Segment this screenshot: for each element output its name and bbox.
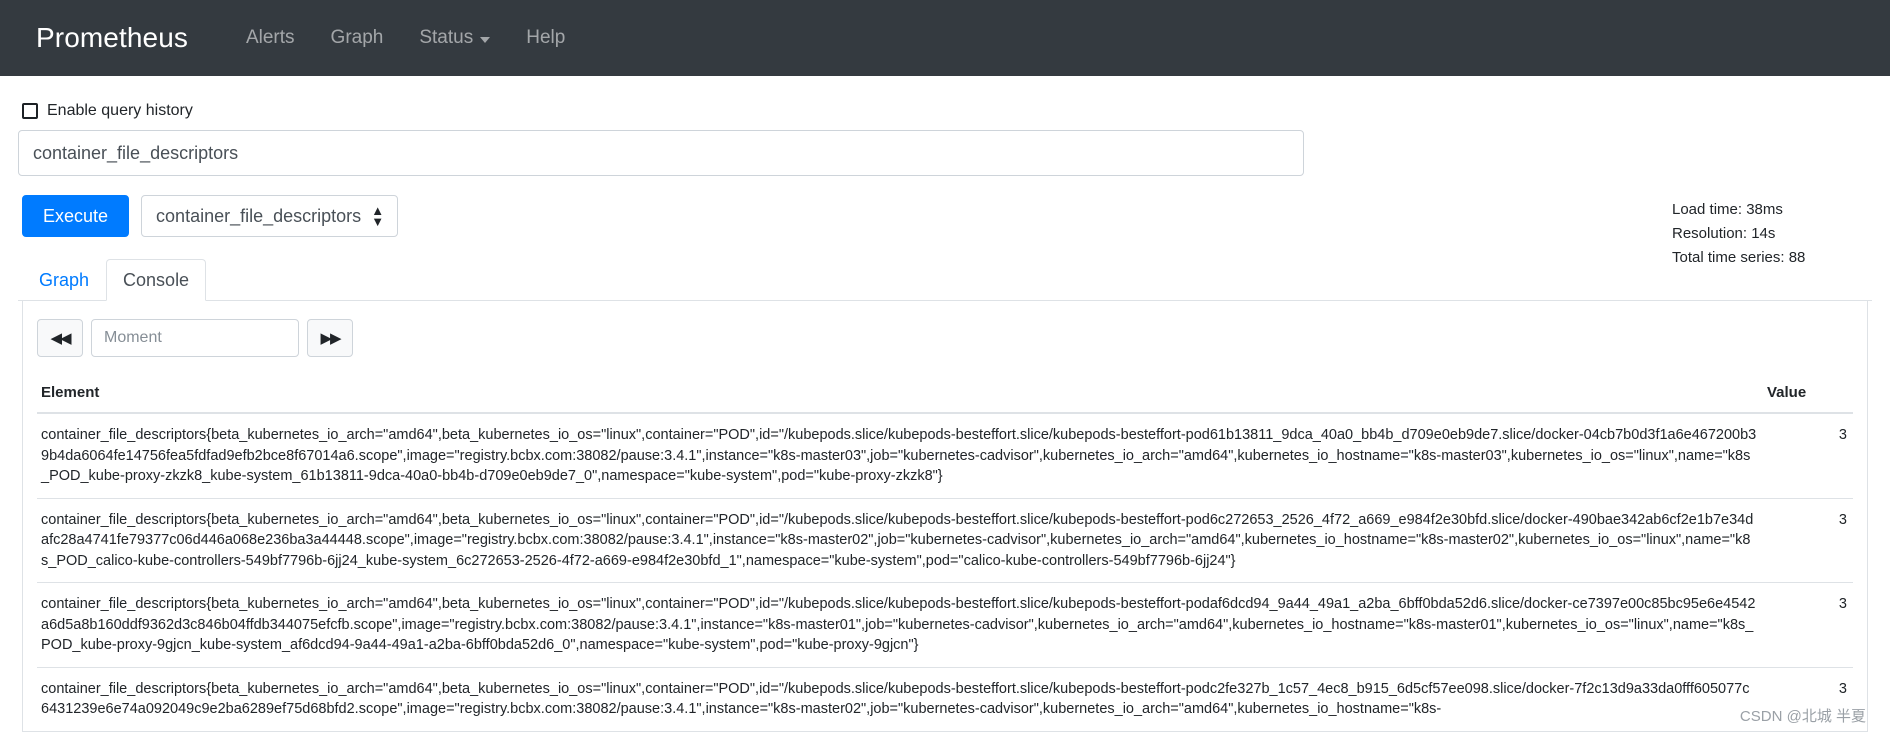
column-header-value: Value bbox=[1763, 373, 1853, 414]
query-input-column bbox=[18, 130, 1304, 176]
moment-controls: ◀◀ ▶▶ bbox=[37, 319, 1853, 357]
metric-select-value: container_file_descriptors bbox=[156, 206, 362, 226]
nav-item-alerts[interactable]: Alerts bbox=[228, 19, 313, 57]
row-value-text: 3 bbox=[1838, 427, 1847, 443]
brand-prometheus[interactable]: Prometheus bbox=[36, 22, 188, 54]
moment-input[interactable] bbox=[91, 319, 299, 357]
table-row[interactable]: container_file_descriptors{beta_kubernet… bbox=[37, 413, 1853, 498]
nav-item-graph[interactable]: Graph bbox=[313, 19, 402, 57]
step-forward-icon-button[interactable]: ▶▶ bbox=[307, 319, 353, 357]
load-time-text: Load time: 38ms bbox=[1672, 201, 1783, 218]
results-table: Element Value container_file_descriptors… bbox=[37, 373, 1853, 731]
watermark-text: CSDN @北城 半夏 bbox=[1739, 707, 1866, 725]
table-row[interactable]: container_file_descriptors{beta_kubernet… bbox=[37, 666, 1853, 731]
row-value-text: 3 bbox=[1763, 497, 1853, 583]
execute-button[interactable]: Execute bbox=[22, 195, 130, 237]
results-table-body: container_file_descriptors{beta_kubernet… bbox=[37, 413, 1853, 731]
nav-item-help-label: Help bbox=[526, 27, 566, 48]
row-element-text: container_file_descriptors{beta_kubernet… bbox=[41, 427, 1757, 484]
nav-item-status[interactable]: Status bbox=[401, 19, 508, 57]
results-table-head: Element Value bbox=[37, 373, 1853, 414]
nav-item-graph-label: Graph bbox=[330, 27, 384, 48]
chevron-down-icon bbox=[480, 37, 491, 43]
row-element-text: container_file_descriptors{beta_kubernet… bbox=[37, 497, 1763, 583]
page-container: Enable query history Load time: 38ms Res… bbox=[0, 76, 1890, 732]
result-tabs: Graph Console bbox=[18, 259, 1872, 301]
nav-item-alerts-label: Alerts bbox=[245, 27, 295, 48]
enable-query-history-checkbox[interactable] bbox=[22, 103, 38, 119]
tab-console[interactable]: Console bbox=[106, 259, 207, 301]
main-navbar: Prometheus Alerts Graph Status Help bbox=[0, 0, 1890, 76]
nav-item-help[interactable]: Help bbox=[508, 19, 583, 57]
query-area bbox=[18, 130, 1872, 176]
column-header-element: Element bbox=[37, 373, 1763, 414]
select-arrows-icon: ▲ ▼ bbox=[371, 203, 385, 229]
step-backward-icon-button[interactable]: ◀◀ bbox=[37, 319, 83, 357]
tab-graph[interactable]: Graph bbox=[22, 259, 106, 301]
table-row[interactable]: container_file_descriptors{beta_kubernet… bbox=[37, 582, 1853, 667]
row-element-text: container_file_descriptors{beta_kubernet… bbox=[37, 666, 1763, 731]
resolution-text: Resolution: 14s bbox=[1672, 225, 1776, 242]
nav-item-status-label: Status bbox=[419, 27, 474, 48]
query-history-row: Enable query history bbox=[18, 76, 1872, 130]
metric-select[interactable]: container_file_descriptors ▲ ▼ bbox=[141, 195, 399, 237]
query-expression-input[interactable] bbox=[18, 130, 1304, 176]
console-panel: ◀◀ ▶▶ Element Value container_file_descr… bbox=[22, 301, 1868, 732]
execute-row: Execute container_file_descriptors ▲ ▼ bbox=[18, 195, 1872, 237]
table-row[interactable]: container_file_descriptors{beta_kubernet… bbox=[37, 497, 1853, 583]
results-header-row: Element Value bbox=[37, 373, 1853, 414]
row-value-text: 3 bbox=[1763, 582, 1853, 667]
enable-query-history-label: Enable query history bbox=[47, 102, 193, 119]
row-element-text: container_file_descriptors{beta_kubernet… bbox=[37, 582, 1763, 667]
nav-links: Alerts Graph Status Help bbox=[228, 19, 583, 57]
